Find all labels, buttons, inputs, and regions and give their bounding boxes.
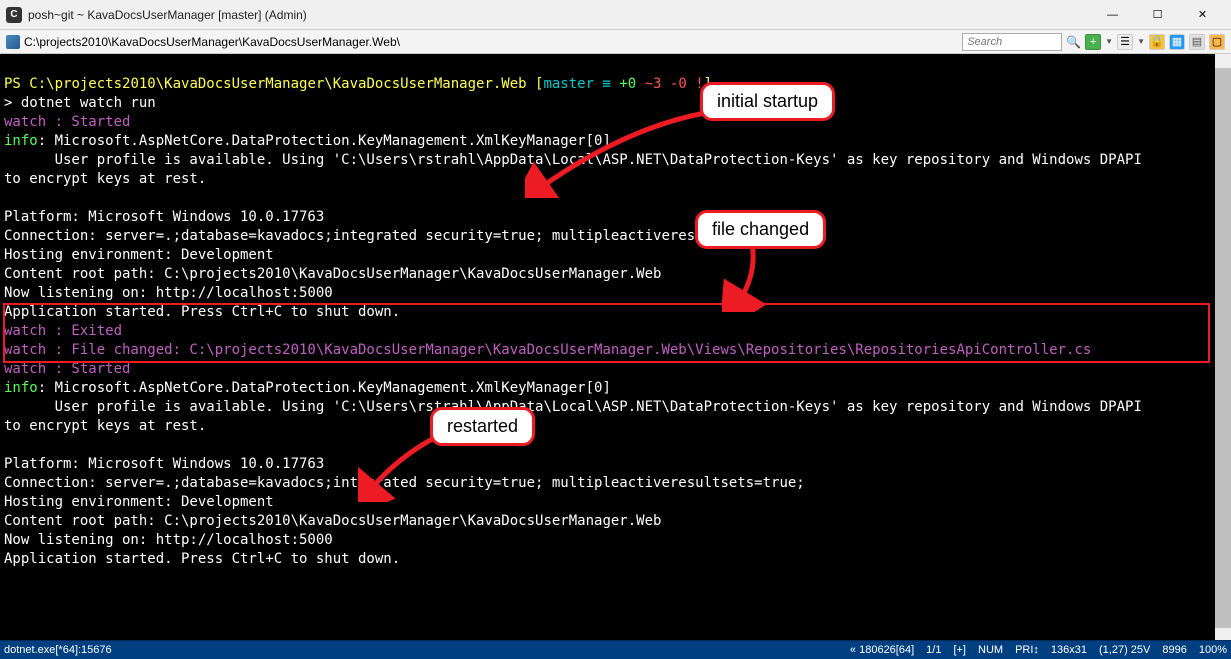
hosting-1: Hosting environment: Development [4,247,274,263]
status-item-5: 136x31 [1051,644,1087,656]
status-process: dotnet.exe[*64]:15676 [4,644,850,656]
info-colon-1: : [38,133,55,149]
callout-initial-startup: initial startup [700,82,835,121]
search-input[interactable] [962,33,1062,51]
app-icon: C [6,7,22,23]
watch-exited: watch : Exited [4,323,122,339]
dropdown-icon[interactable]: ▼ [1105,37,1113,46]
info-line2: User profile is available. Using 'C:\Use… [4,152,1142,168]
status-tilde: ~3 [645,76,670,92]
toolbar-right: 🔍 + ▼ ☰ ▼ 🔒 ▦ ▤ ▢ [962,33,1225,51]
platform-1: Platform: Microsoft Windows 10.0.17763 [4,209,324,225]
status-right: « 180626[64] 1/1 [+] NUM PRI↕ 136x31 (1,… [850,644,1227,656]
info-line1: Microsoft.AspNetCore.DataProtection.KeyM… [55,133,611,149]
status-item-7: 8996 [1162,644,1186,656]
status-item-2: [+] [953,644,966,656]
contentroot-1: Content root path: C:\projects2010\KavaD… [4,266,661,282]
ps-prefix: PS [4,76,29,92]
status-eq: ≡ [594,76,619,92]
status-item-1: 1/1 [926,644,941,656]
info-line3: to encrypt keys at rest. [4,171,206,187]
watch-started-2: watch : Started [4,361,130,377]
status-bar: dotnet.exe[*64]:15676 « 180626[64] 1/1 [… [0,640,1231,659]
hosting-2: Hosting environment: Development [4,494,274,510]
appstarted-1: Application started. Press Ctrl+C to shu… [4,304,400,320]
branch-name: master [543,76,594,92]
info2-line2: User profile is available. Using 'C:\Use… [4,399,1142,415]
menu-icon[interactable]: ☰ [1117,34,1133,50]
callout-file-changed: file changed [695,210,826,249]
contentroot-2: Content root path: C:\projects2010\KavaD… [4,513,661,529]
status-item-0: « 180626[64] [850,644,914,656]
platform-2: Platform: Microsoft Windows 10.0.17763 [4,456,324,472]
folder-icon[interactable]: ▢ [1209,34,1225,50]
minimize-button[interactable]: — [1090,1,1135,29]
tab-left: C:\projects2010\KavaDocsUserManager\Kava… [6,35,400,49]
layout-icon[interactable]: ▤ [1189,34,1205,50]
scrollbar-thumb[interactable] [1215,68,1231,628]
command-text: dotnet watch run [21,95,156,111]
tab-bar: C:\projects2010\KavaDocsUserManager\Kava… [0,30,1231,54]
listening-1: Now listening on: http://localhost:5000 [4,285,333,301]
status-plus: +0 [619,76,644,92]
status-item-6: (1,27) 25V [1099,644,1150,656]
status-item-3: NUM [978,644,1003,656]
dropdown2-icon[interactable]: ▼ [1137,37,1145,46]
scrollbar[interactable] [1215,54,1231,640]
appstarted-2: Application started. Press Ctrl+C to shu… [4,551,400,567]
connection-2: Connection: server=.;database=kavadocs;i… [4,475,805,491]
search-icon[interactable]: 🔍 [1066,35,1081,49]
tab-icon [6,35,20,49]
tab-path[interactable]: C:\projects2010\KavaDocsUserManager\Kava… [24,35,400,49]
window-controls: — ☐ ✕ [1090,1,1225,29]
new-tab-button[interactable]: + [1085,34,1101,50]
grid-icon[interactable]: ▦ [1169,34,1185,50]
connection-1: Connection: server=.;database=kavadocs;i… [4,228,805,244]
status-item-4: PRI↕ [1015,644,1039,656]
callout-restarted: restarted [430,407,535,446]
watch-started-1: watch : Started [4,114,130,130]
status-item-8: 100% [1199,644,1227,656]
info-colon-2: : [38,380,55,396]
info2-line1: Microsoft.AspNetCore.DataProtection.KeyM… [55,380,611,396]
terminal-output[interactable]: PS C:\projects2010\KavaDocsUserManager\K… [0,54,1231,640]
info-label-1: info [4,133,38,149]
close-button[interactable]: ✕ [1180,1,1225,29]
status-minus: -0 [670,76,695,92]
window-titlebar: C posh~git ~ KavaDocsUserManager [master… [0,0,1231,30]
info-label-2: info [4,380,38,396]
window-title: posh~git ~ KavaDocsUserManager [master] … [28,8,1090,22]
prompt-char: > [4,95,21,111]
info2-line3: to encrypt keys at rest. [4,418,206,434]
ps-path: C:\projects2010\KavaDocsUserManager\Kava… [29,76,526,92]
branch-open: [ [527,76,544,92]
listening-2: Now listening on: http://localhost:5000 [4,532,333,548]
watch-filechanged: watch : File changed: C:\projects2010\Ka… [4,342,1091,358]
maximize-button[interactable]: ☐ [1135,1,1180,29]
lock-icon[interactable]: 🔒 [1149,34,1165,50]
